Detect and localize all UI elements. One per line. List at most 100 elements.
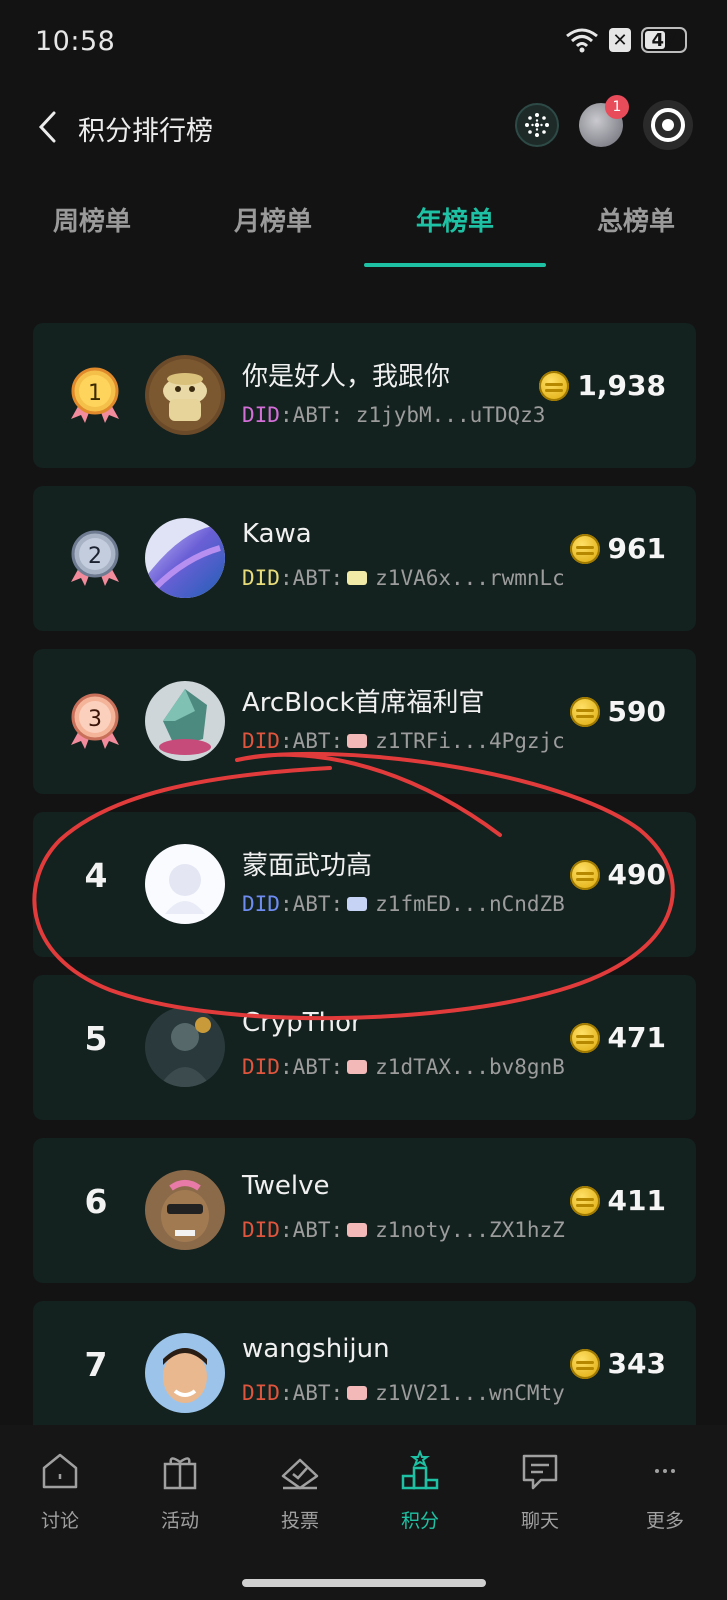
gift-icon (163, 1457, 197, 1490)
page-title: 积分排行榜 (78, 116, 213, 147)
points-value: 471 (607, 1021, 666, 1054)
ranking-row[interactable]: 1 你是好人，我跟你 DID:ABT: z1jybM...uTDQz3 1,93… (33, 323, 696, 468)
coin-icon (539, 370, 570, 401)
nav-item-points[interactable]: 积分 (370, 1450, 470, 1533)
bottom-nav: 讨论 活动 投票 积分 聊天 更多 (0, 1450, 727, 1560)
did-prefix: DID (242, 729, 280, 753)
did-value: z1VA6x...rwmnLc (375, 566, 565, 590)
nav-item-discussion[interactable]: 讨论 (10, 1450, 110, 1533)
ranking-row[interactable]: 3 ArcBlock首席福利官 DID:ABT: z1TRFi...4Pgzjc … (33, 649, 696, 794)
app-header: 积分排行榜 1 (0, 95, 727, 163)
rank-number: 6 (84, 1182, 108, 1221)
svg-text:3: 3 (88, 707, 102, 732)
user-avatar-button[interactable]: 1 (579, 95, 629, 147)
tab-weekly[interactable]: 周榜单 (2, 201, 182, 238)
did-value: z1VV21...wnCMty (375, 1381, 565, 1405)
battery-level: 47 (651, 30, 677, 51)
did-chip-icon (347, 571, 368, 585)
did-address[interactable]: DID:ABT: z1jybM...uTDQz3 (242, 403, 545, 427)
did-address[interactable]: DID:ABT: z1TRFi...4Pgzjc (242, 729, 565, 753)
did-value: :ABT: z1jybM...uTDQz3 (279, 403, 546, 427)
gold-medal-icon: 1 (71, 367, 119, 423)
status-bar: 10:58 ✕ 47 (0, 0, 727, 88)
avatar[interactable] (145, 1333, 225, 1413)
points-value: 590 (607, 695, 666, 728)
points-value: 961 (607, 532, 666, 565)
avatar[interactable] (145, 844, 225, 924)
points-value: 411 (607, 1184, 666, 1217)
did-address[interactable]: DID:ABT: z1noty...ZX1hzZ (242, 1218, 565, 1242)
mini-program-close-button[interactable] (643, 100, 693, 150)
coin-icon (569, 859, 600, 890)
svg-text:1: 1 (88, 381, 102, 406)
home-icon (42, 1453, 78, 1489)
coin-icon (569, 1185, 600, 1216)
did-type: :ABT: (279, 1218, 344, 1242)
coin-icon (569, 1348, 600, 1379)
did-address[interactable]: DID:ABT: z1VV21...wnCMty (242, 1381, 565, 1405)
status-time: 10:58 (35, 26, 116, 57)
back-arrow-icon[interactable] (34, 109, 62, 145)
nav-label: 投票 (280, 1510, 319, 1532)
did-prefix: DID (242, 566, 280, 590)
chat-icon (522, 1454, 558, 1490)
rank-number: 4 (84, 856, 108, 895)
points-score: 590 (569, 695, 666, 728)
did-value: z1TRFi...4Pgzjc (375, 729, 565, 753)
active-tab-indicator (364, 263, 546, 267)
avatar[interactable] (145, 1170, 225, 1250)
nav-label: 活动 (160, 1510, 199, 1532)
did-address[interactable]: DID:ABT: z1fmED...nCndZB (242, 892, 565, 916)
no-sim-icon: ✕ (609, 28, 631, 52)
did-type: :ABT: (279, 1381, 344, 1405)
bronze-medal-icon: 3 (71, 693, 119, 749)
podium-icon (401, 1450, 439, 1490)
did-type: :ABT: (279, 729, 344, 753)
did-value: z1noty...ZX1hzZ (375, 1218, 565, 1242)
did-value: z1dTAX...bv8gnB (375, 1055, 565, 1079)
points-value: 490 (607, 858, 666, 891)
points-score: 343 (569, 1347, 666, 1380)
coin-icon (569, 696, 600, 727)
coin-icon (569, 1022, 600, 1053)
home-indicator[interactable] (242, 1579, 486, 1587)
tab-yearly[interactable]: 年榜单 (365, 201, 545, 238)
avatar[interactable] (145, 1007, 225, 1087)
nav-item-chat[interactable]: 聊天 (490, 1450, 590, 1533)
points-score: 490 (569, 858, 666, 891)
ranking-row[interactable]: 2 Kawa DID:ABT: z1VA6x...rwmnLc 961 (33, 486, 696, 631)
points-score: 411 (569, 1184, 666, 1217)
points-score: 1,938 (539, 369, 666, 402)
did-chip-icon (347, 1223, 368, 1237)
did-address[interactable]: DID:ABT: z1VA6x...rwmnLc (242, 566, 565, 590)
silver-medal-icon: 2 (71, 530, 119, 586)
nav-item-vote[interactable]: 投票 (250, 1450, 350, 1533)
vote-icon (281, 1458, 319, 1490)
did-prefix: DID (242, 1381, 280, 1405)
did-value: z1fmED...nCndZB (375, 892, 565, 916)
tab-monthly[interactable]: 月榜单 (183, 201, 363, 238)
apps-grid-button[interactable] (515, 103, 559, 147)
ranking-row[interactable]: 6 Twelve DID:ABT: z1noty...ZX1hzZ 411 (33, 1138, 696, 1283)
nav-label: 聊天 (520, 1510, 559, 1532)
did-chip-icon (347, 897, 368, 911)
avatar[interactable] (145, 518, 225, 598)
did-prefix: DID (242, 1055, 280, 1079)
dots-icon (525, 113, 549, 137)
did-type: :ABT: (279, 566, 344, 590)
user-name: 蒙面武功高 (242, 851, 373, 881)
nav-item-more[interactable]: 更多 (615, 1450, 715, 1533)
wifi-icon (566, 28, 598, 53)
avatar[interactable] (145, 355, 225, 435)
did-chip-icon (347, 1386, 368, 1400)
points-value: 1,938 (577, 369, 666, 402)
nav-item-events[interactable]: 活动 (130, 1450, 230, 1533)
ranking-row[interactable]: 4 蒙面武功高 DID:ABT: z1fmED...nCndZB 490 (33, 812, 696, 957)
avatar[interactable] (145, 681, 225, 761)
tab-total[interactable]: 总榜单 (546, 201, 726, 238)
did-address[interactable]: DID:ABT: z1dTAX...bv8gnB (242, 1055, 565, 1079)
points-score: 471 (569, 1021, 666, 1054)
did-prefix: DID (242, 892, 280, 916)
coin-icon (569, 533, 600, 564)
ranking-row[interactable]: 5 CrypThor DID:ABT: z1dTAX...bv8gnB 471 (33, 975, 696, 1120)
